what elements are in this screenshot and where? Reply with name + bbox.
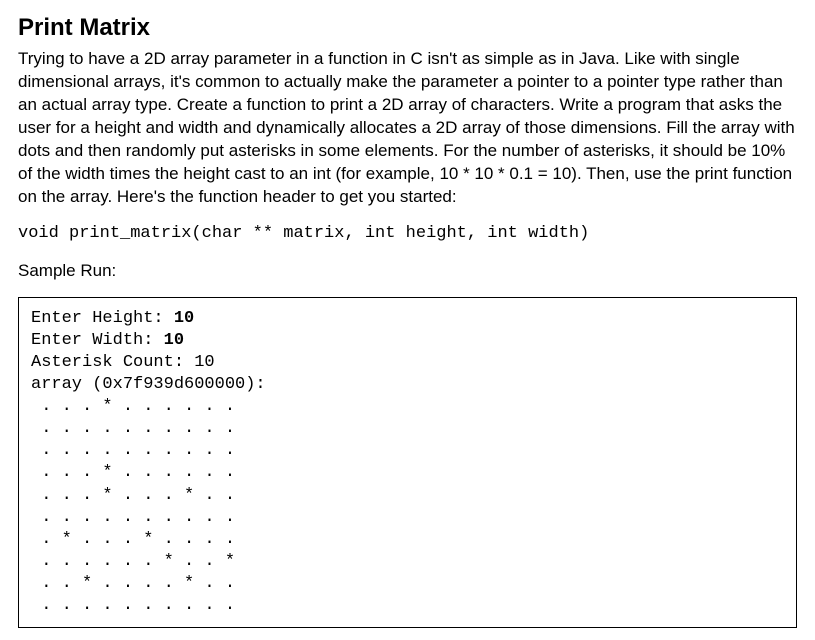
matrix-row: . . . * . . . . . . — [31, 397, 235, 416]
array-address-line: array (0x7f939d600000): — [31, 375, 266, 394]
matrix-row: . * . . . * . . . . — [31, 530, 235, 549]
matrix-row: . . . * . . . . . . — [31, 463, 235, 482]
problem-description: Trying to have a 2D array parameter in a… — [18, 48, 797, 209]
sample-run-output: Enter Height: 10 Enter Width: 10 Asteris… — [18, 297, 797, 628]
matrix-row: . . . . . . . . . . — [31, 419, 235, 438]
matrix-row: . . * . . . . * . . — [31, 574, 235, 593]
matrix-row: . . . . . . . . . . — [31, 596, 235, 615]
prompt-width-label: Enter Width: — [31, 331, 164, 350]
prompt-height-value: 10 — [174, 309, 194, 328]
matrix-row: . . . . . . . . . . — [31, 508, 235, 527]
matrix-row: . . . . . . . . . . — [31, 441, 235, 460]
sample-run-label: Sample Run: — [18, 260, 797, 283]
matrix-row: . . . * . . . * . . — [31, 486, 235, 505]
asterisk-count-line: Asterisk Count: 10 — [31, 353, 215, 372]
prompt-width-value: 10 — [164, 331, 184, 350]
matrix-row: . . . . . . * . . * — [31, 552, 235, 571]
function-header-code: void print_matrix(char ** matrix, int he… — [18, 223, 797, 246]
prompt-height-label: Enter Height: — [31, 309, 174, 328]
page-title: Print Matrix — [18, 12, 797, 44]
